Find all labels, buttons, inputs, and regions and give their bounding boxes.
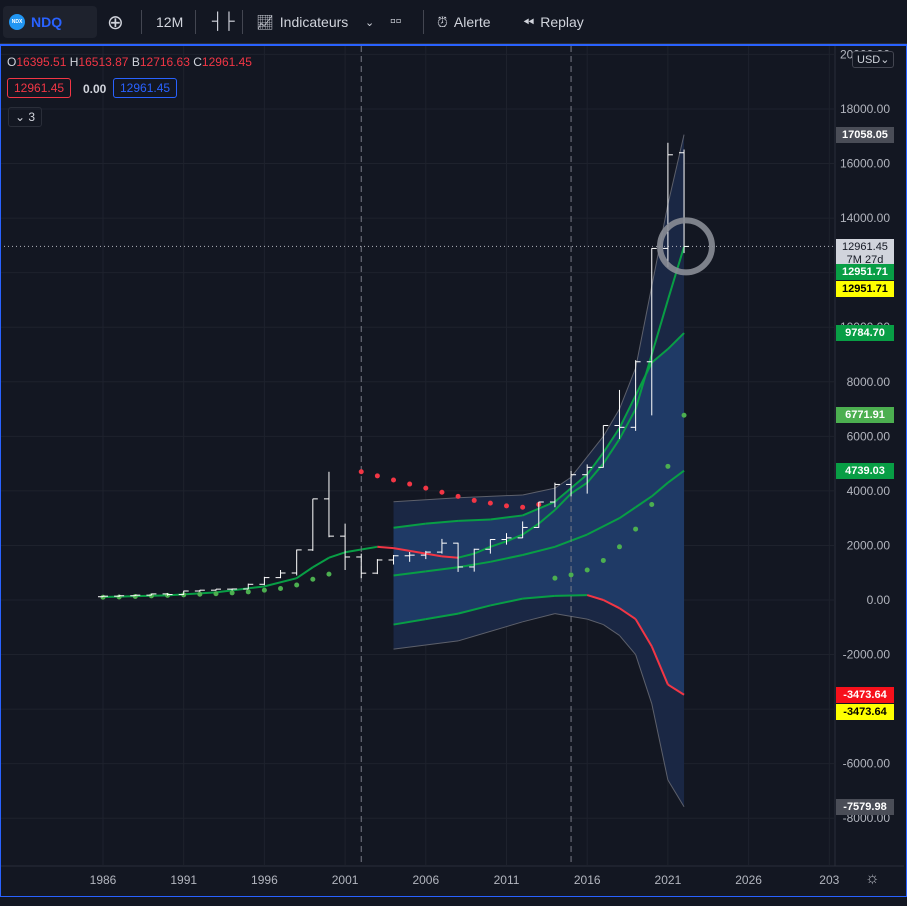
low-value: 12716.63 [139, 55, 190, 69]
sar-dot [633, 526, 639, 532]
close-label: C [193, 55, 202, 69]
collapsed-count: 3 [28, 110, 36, 124]
moving-average [377, 545, 394, 550]
sar-dot [100, 594, 106, 600]
sell-price-button[interactable]: 12961.45 [7, 78, 72, 98]
moving-average [328, 551, 346, 559]
time-tick-label: 1991 [170, 873, 197, 887]
sar-dot [681, 412, 687, 418]
sar-dot [278, 586, 284, 592]
sar-dot [471, 497, 477, 503]
moving-average [296, 566, 314, 580]
time-tick-label: 203 [819, 873, 839, 887]
price-tick-label: 18000.00 [840, 102, 890, 116]
settings-gear-icon[interactable]: ☼ [865, 870, 880, 888]
sar-dot [600, 557, 606, 563]
sar-dot [504, 503, 509, 509]
sar-dot [616, 544, 622, 550]
last-price-value: 12961.45 [842, 241, 888, 254]
time-tick-label: 2001 [332, 873, 359, 887]
price-tick-label: 4000.00 [847, 484, 891, 498]
moving-average [361, 545, 378, 551]
sar-dot [229, 590, 235, 596]
axis-price-label: 9784.70 [836, 325, 894, 342]
buy-price-button[interactable]: 12961.45 [113, 78, 178, 98]
open-label: O [7, 55, 17, 69]
axis-price-label: -3473.64 [836, 686, 894, 703]
plot-area [1, 46, 835, 866]
sar-dot [213, 591, 219, 597]
moving-average [215, 585, 265, 594]
sar-dot [439, 489, 445, 495]
sar-dot [584, 567, 590, 573]
high-value: 16513.87 [78, 55, 129, 69]
axis-price-label: 6771.91 [836, 407, 894, 424]
sar-dot [487, 500, 493, 506]
moving-average [264, 577, 297, 588]
price-chart[interactable]: 20000.0018000.0016000.0014000.0012000.00… [0, 0, 907, 906]
sar-dot [294, 582, 300, 588]
axis-price-label: 12951.71 [836, 263, 894, 280]
lower-band [554, 594, 588, 597]
time-tick-label: 2016 [574, 873, 601, 887]
currency-label: USD [857, 54, 881, 66]
sar-dot [261, 587, 267, 593]
upper-band [458, 518, 491, 522]
sar-dot [197, 591, 203, 597]
chevron-down-icon: ⌄ [15, 110, 29, 124]
price-tick-label: 16000.00 [840, 157, 890, 171]
axis-price-label: 12951.71 [836, 280, 894, 297]
sar-dot [358, 469, 364, 475]
price-tick-label: 6000.00 [847, 429, 891, 443]
axis-price-label: -7579.98 [836, 798, 894, 815]
time-tick-label: 2011 [494, 873, 520, 887]
time-tick-label: 2026 [735, 873, 762, 887]
sar-dot [568, 572, 574, 578]
axis-price-label: -3473.64 [836, 703, 894, 720]
moving-average [312, 556, 330, 569]
price-tick-label: 8000.00 [847, 375, 891, 389]
moving-average [344, 548, 362, 554]
price-tick-label: 2000.00 [847, 538, 891, 552]
axis-price-label: 17058.05 [836, 126, 894, 143]
sar-dot [407, 481, 413, 487]
open-value: 16395.51 [16, 55, 67, 69]
sar-dot [326, 571, 332, 577]
sar-dot [391, 477, 397, 483]
moving-average [167, 591, 217, 597]
sar-dot [665, 463, 671, 469]
low-label: B [131, 55, 140, 69]
sar-dot [649, 502, 655, 508]
time-tick-label: 2021 [655, 873, 682, 887]
sar-dot [552, 575, 558, 581]
sar-dot [423, 485, 429, 491]
moving-average [441, 555, 459, 559]
currency-button[interactable]: USD⌄ [852, 51, 895, 68]
sar-dot [520, 504, 526, 510]
sar-dot [310, 576, 316, 582]
time-tick-label: 1986 [90, 873, 117, 887]
time-tick-label: 1996 [251, 873, 278, 887]
sar-dot [455, 493, 461, 499]
price-tick-label: 0.00 [867, 593, 891, 607]
time-tick-label: 2006 [412, 873, 439, 887]
spread-value: 0.00 [83, 82, 107, 96]
indicators-collapse-toggle[interactable]: ⌄ 3 [8, 107, 43, 127]
ohlc-legend: O16395.51 H16513.87 B12716.63 C12961.45 [7, 55, 252, 69]
price-tick-label: -6000.00 [843, 757, 891, 771]
axis-price-label: 4739.03 [836, 462, 894, 479]
sar-dot [374, 473, 380, 479]
price-tick-label: 14000.00 [840, 211, 890, 225]
close-value: 12961.45 [201, 55, 252, 69]
price-tick-label: -2000.00 [843, 648, 891, 662]
sar-dot [245, 589, 251, 595]
